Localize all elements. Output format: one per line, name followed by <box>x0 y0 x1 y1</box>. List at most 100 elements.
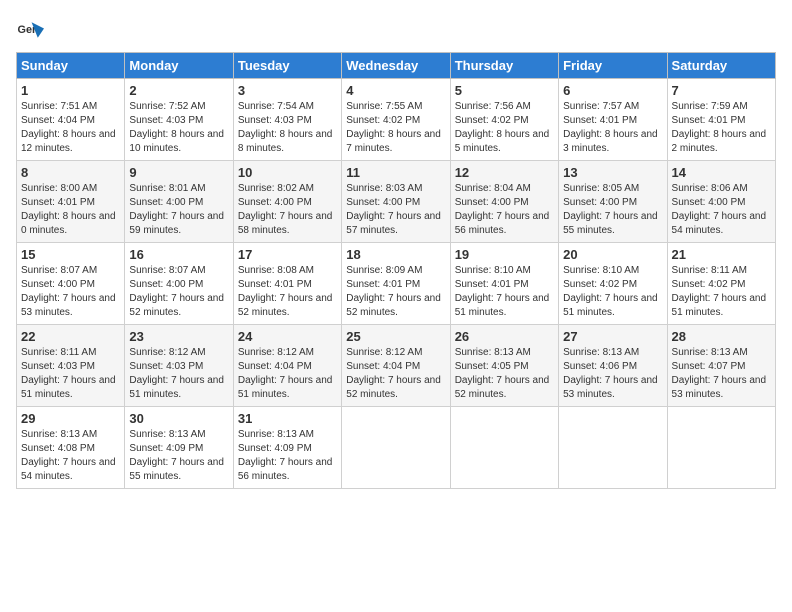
sunset-label: Sunset: 4:01 PM <box>21 196 120 210</box>
sunrise-label: Sunrise: 8:13 AM <box>238 428 337 442</box>
sunset-label: Sunset: 4:02 PM <box>672 278 771 292</box>
daylight-label: Daylight: 7 hours and 53 minutes. <box>21 292 120 320</box>
day-number: 29 <box>21 411 120 426</box>
calendar-cell: 4 Sunrise: 7:55 AM Sunset: 4:02 PM Dayli… <box>342 79 450 161</box>
cell-content: Sunrise: 8:10 AM Sunset: 4:02 PM Dayligh… <box>563 264 662 320</box>
sunset-label: Sunset: 4:03 PM <box>238 114 337 128</box>
sunrise-label: Sunrise: 8:09 AM <box>346 264 445 278</box>
calendar-cell <box>667 407 775 489</box>
daylight-label: Daylight: 7 hours and 51 minutes. <box>21 374 120 402</box>
calendar-cell: 28 Sunrise: 8:13 AM Sunset: 4:07 PM Dayl… <box>667 325 775 407</box>
cell-content: Sunrise: 8:04 AM Sunset: 4:00 PM Dayligh… <box>455 182 554 238</box>
calendar-cell: 19 Sunrise: 8:10 AM Sunset: 4:01 PM Dayl… <box>450 243 558 325</box>
calendar-cell: 10 Sunrise: 8:02 AM Sunset: 4:00 PM Dayl… <box>233 161 341 243</box>
day-number: 28 <box>672 329 771 344</box>
sunrise-label: Sunrise: 7:56 AM <box>455 100 554 114</box>
daylight-label: Daylight: 7 hours and 52 minutes. <box>346 374 445 402</box>
sunrise-label: Sunrise: 8:08 AM <box>238 264 337 278</box>
cell-content: Sunrise: 8:13 AM Sunset: 4:08 PM Dayligh… <box>21 428 120 484</box>
daylight-label: Daylight: 7 hours and 53 minutes. <box>672 374 771 402</box>
header-saturday: Saturday <box>667 53 775 79</box>
calendar-week-3: 15 Sunrise: 8:07 AM Sunset: 4:00 PM Dayl… <box>17 243 776 325</box>
sunrise-label: Sunrise: 8:01 AM <box>129 182 228 196</box>
sunset-label: Sunset: 4:03 PM <box>129 360 228 374</box>
sunset-label: Sunset: 4:00 PM <box>672 196 771 210</box>
header-wednesday: Wednesday <box>342 53 450 79</box>
calendar-cell: 5 Sunrise: 7:56 AM Sunset: 4:02 PM Dayli… <box>450 79 558 161</box>
cell-content: Sunrise: 8:00 AM Sunset: 4:01 PM Dayligh… <box>21 182 120 238</box>
day-number: 21 <box>672 247 771 262</box>
day-number: 9 <box>129 165 228 180</box>
sunset-label: Sunset: 4:01 PM <box>238 278 337 292</box>
day-number: 8 <box>21 165 120 180</box>
cell-content: Sunrise: 8:13 AM Sunset: 4:05 PM Dayligh… <box>455 346 554 402</box>
daylight-label: Daylight: 8 hours and 12 minutes. <box>21 128 120 156</box>
sunrise-label: Sunrise: 8:12 AM <box>129 346 228 360</box>
day-number: 17 <box>238 247 337 262</box>
daylight-label: Daylight: 7 hours and 52 minutes. <box>129 292 228 320</box>
calendar-cell: 13 Sunrise: 8:05 AM Sunset: 4:00 PM Dayl… <box>559 161 667 243</box>
calendar-cell: 7 Sunrise: 7:59 AM Sunset: 4:01 PM Dayli… <box>667 79 775 161</box>
sunrise-label: Sunrise: 8:00 AM <box>21 182 120 196</box>
daylight-label: Daylight: 7 hours and 51 minutes. <box>455 292 554 320</box>
sunrise-label: Sunrise: 7:52 AM <box>129 100 228 114</box>
daylight-label: Daylight: 7 hours and 53 minutes. <box>563 374 662 402</box>
page-header: Gen <box>16 16 776 44</box>
calendar-cell: 23 Sunrise: 8:12 AM Sunset: 4:03 PM Dayl… <box>125 325 233 407</box>
logo: Gen <box>16 16 48 44</box>
day-number: 3 <box>238 83 337 98</box>
cell-content: Sunrise: 7:57 AM Sunset: 4:01 PM Dayligh… <box>563 100 662 156</box>
calendar-cell <box>450 407 558 489</box>
day-number: 7 <box>672 83 771 98</box>
cell-content: Sunrise: 8:10 AM Sunset: 4:01 PM Dayligh… <box>455 264 554 320</box>
sunrise-label: Sunrise: 8:12 AM <box>346 346 445 360</box>
day-number: 16 <box>129 247 228 262</box>
calendar-week-4: 22 Sunrise: 8:11 AM Sunset: 4:03 PM Dayl… <box>17 325 776 407</box>
sunrise-label: Sunrise: 8:13 AM <box>21 428 120 442</box>
cell-content: Sunrise: 8:07 AM Sunset: 4:00 PM Dayligh… <box>21 264 120 320</box>
daylight-label: Daylight: 8 hours and 10 minutes. <box>129 128 228 156</box>
cell-content: Sunrise: 8:08 AM Sunset: 4:01 PM Dayligh… <box>238 264 337 320</box>
calendar-week-5: 29 Sunrise: 8:13 AM Sunset: 4:08 PM Dayl… <box>17 407 776 489</box>
calendar-header-row: SundayMondayTuesdayWednesdayThursdayFrid… <box>17 53 776 79</box>
cell-content: Sunrise: 8:13 AM Sunset: 4:06 PM Dayligh… <box>563 346 662 402</box>
calendar-week-2: 8 Sunrise: 8:00 AM Sunset: 4:01 PM Dayli… <box>17 161 776 243</box>
calendar-cell: 27 Sunrise: 8:13 AM Sunset: 4:06 PM Dayl… <box>559 325 667 407</box>
sunrise-label: Sunrise: 8:07 AM <box>129 264 228 278</box>
sunset-label: Sunset: 4:02 PM <box>455 114 554 128</box>
header-friday: Friday <box>559 53 667 79</box>
day-number: 6 <box>563 83 662 98</box>
daylight-label: Daylight: 7 hours and 57 minutes. <box>346 210 445 238</box>
daylight-label: Daylight: 8 hours and 0 minutes. <box>21 210 120 238</box>
daylight-label: Daylight: 7 hours and 52 minutes. <box>346 292 445 320</box>
day-number: 10 <box>238 165 337 180</box>
day-number: 20 <box>563 247 662 262</box>
sunset-label: Sunset: 4:02 PM <box>346 114 445 128</box>
cell-content: Sunrise: 7:51 AM Sunset: 4:04 PM Dayligh… <box>21 100 120 156</box>
daylight-label: Daylight: 7 hours and 54 minutes. <box>672 210 771 238</box>
sunrise-label: Sunrise: 8:13 AM <box>455 346 554 360</box>
cell-content: Sunrise: 8:12 AM Sunset: 4:04 PM Dayligh… <box>238 346 337 402</box>
header-tuesday: Tuesday <box>233 53 341 79</box>
calendar-cell: 25 Sunrise: 8:12 AM Sunset: 4:04 PM Dayl… <box>342 325 450 407</box>
header-thursday: Thursday <box>450 53 558 79</box>
daylight-label: Daylight: 7 hours and 52 minutes. <box>455 374 554 402</box>
sunrise-label: Sunrise: 8:10 AM <box>563 264 662 278</box>
calendar-cell: 26 Sunrise: 8:13 AM Sunset: 4:05 PM Dayl… <box>450 325 558 407</box>
daylight-label: Daylight: 7 hours and 51 minutes. <box>129 374 228 402</box>
sunset-label: Sunset: 4:00 PM <box>455 196 554 210</box>
calendar-cell: 14 Sunrise: 8:06 AM Sunset: 4:00 PM Dayl… <box>667 161 775 243</box>
day-number: 13 <box>563 165 662 180</box>
calendar-cell: 20 Sunrise: 8:10 AM Sunset: 4:02 PM Dayl… <box>559 243 667 325</box>
calendar-cell <box>342 407 450 489</box>
day-number: 31 <box>238 411 337 426</box>
sunrise-label: Sunrise: 8:04 AM <box>455 182 554 196</box>
sunset-label: Sunset: 4:05 PM <box>455 360 554 374</box>
calendar-cell: 8 Sunrise: 8:00 AM Sunset: 4:01 PM Dayli… <box>17 161 125 243</box>
calendar-cell: 31 Sunrise: 8:13 AM Sunset: 4:09 PM Dayl… <box>233 407 341 489</box>
day-number: 27 <box>563 329 662 344</box>
sunrise-label: Sunrise: 8:03 AM <box>346 182 445 196</box>
sunrise-label: Sunrise: 8:11 AM <box>21 346 120 360</box>
calendar-cell: 16 Sunrise: 8:07 AM Sunset: 4:00 PM Dayl… <box>125 243 233 325</box>
day-number: 5 <box>455 83 554 98</box>
